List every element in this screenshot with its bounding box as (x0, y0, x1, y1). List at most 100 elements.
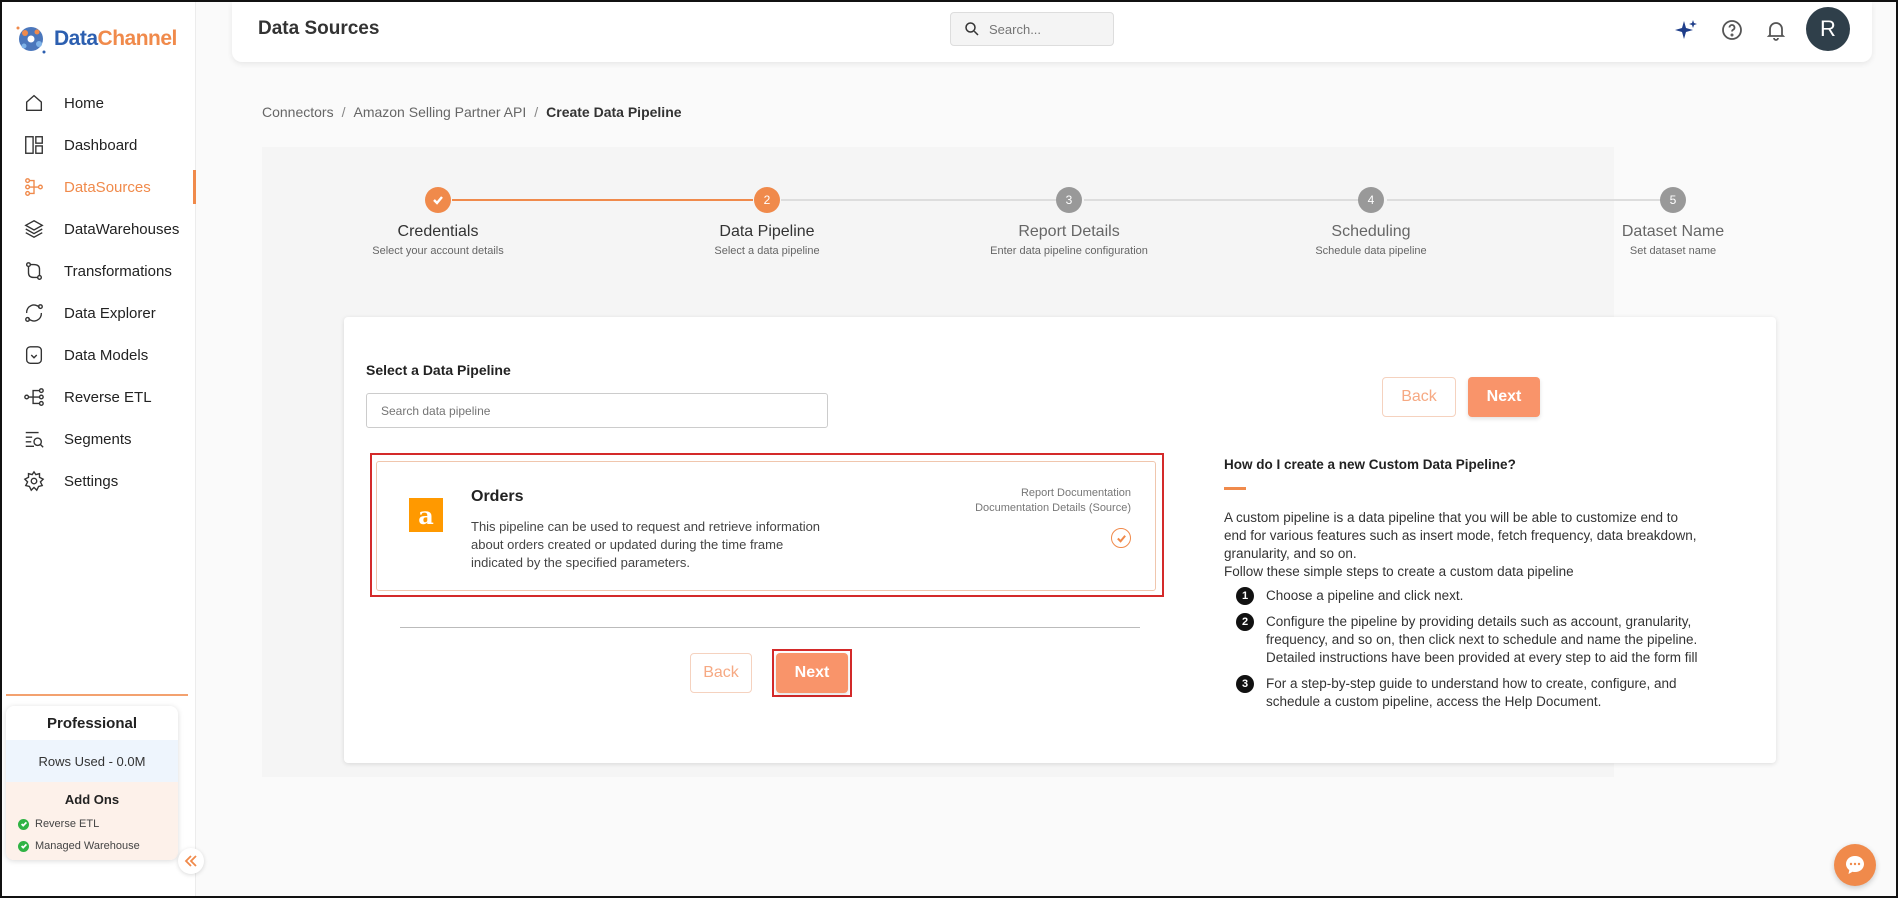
addons-section: Add Ons Reverse ETL Managed Warehouse (6, 782, 178, 860)
sidebar-item-label: DataSources (64, 178, 151, 196)
global-search[interactable] (950, 12, 1114, 46)
divider (400, 627, 1140, 628)
bell-icon (1766, 22, 1786, 41)
sidebar-item-home[interactable]: Home (2, 82, 196, 124)
ai-sparkle-button[interactable] (1672, 16, 1700, 44)
breadcrumb-connectors[interactable]: Connectors (262, 104, 334, 120)
help-step: 3 For a step-by-step guide to understand … (1236, 675, 1706, 711)
help-circle-icon (1722, 20, 1742, 40)
plan-divider (6, 694, 188, 696)
sidebar-nav: Home Dashboard DataSources DataWarehouse… (2, 82, 196, 502)
datasources-icon (22, 175, 46, 199)
step-dataset-name: 5 Dataset Name Set dataset name (1543, 187, 1803, 257)
pipeline-card-links: Report Documentation Documentation Detai… (975, 486, 1131, 516)
gear-icon (22, 469, 46, 493)
pipeline-card-orders[interactable]: a Orders This pipeline can be used to re… (376, 461, 1156, 591)
pipeline-card-title: Orders (471, 488, 524, 505)
plan-card: Professional Rows Used - 0.0M Add Ons Re… (6, 706, 178, 860)
logo[interactable]: DataChannel (14, 20, 177, 58)
step-credentials[interactable]: Credentials Select your account details (308, 187, 568, 257)
addon-item: Managed Warehouse (6, 835, 178, 857)
sidebar-item-label: Data Explorer (64, 304, 156, 322)
back-button[interactable]: Back (690, 653, 752, 693)
help-button[interactable] (1718, 16, 1746, 44)
chat-support-button[interactable] (1834, 844, 1876, 886)
breadcrumb-amazon-api[interactable]: Amazon Selling Partner API (353, 104, 526, 120)
top-bar: Data Sources R (232, 2, 1872, 62)
next-button-top[interactable]: Next (1468, 377, 1540, 417)
sidebar-item-label: Settings (64, 472, 119, 490)
sidebar-item-segments[interactable]: Segments (2, 418, 196, 460)
select-pipeline-label: Select a Data Pipeline (366, 362, 511, 378)
logo-text: DataChannel (54, 27, 177, 50)
step-check-icon (425, 187, 451, 213)
step-number: 4 (1358, 187, 1384, 213)
step-report-details: 3 Report Details Enter data pipeline con… (939, 187, 1199, 257)
step-number: 2 (754, 187, 780, 213)
step-number: 5 (1660, 187, 1686, 213)
addons-title: Add Ons (64, 792, 120, 807)
pipeline-search-input[interactable] (366, 393, 828, 428)
home-icon (22, 91, 46, 115)
sidebar-item-transformations[interactable]: Transformations (2, 250, 196, 292)
sidebar-item-data-models[interactable]: Data Models (2, 334, 196, 376)
sidebar-item-label: Reverse ETL (64, 388, 152, 406)
help-step: 1 Choose a pipeline and click next. (1236, 587, 1706, 605)
report-documentation-link[interactable]: Report Documentation (975, 486, 1131, 501)
transform-icon (22, 259, 46, 283)
stepper: Credentials Select your account details … (262, 187, 1724, 267)
chat-bubble-icon (1846, 856, 1864, 874)
breadcrumb-current: Create Data Pipeline (546, 104, 682, 120)
collapse-sidebar-button[interactable] (178, 848, 204, 874)
dashboard-icon (22, 133, 46, 157)
sidebar-item-label: Segments (64, 430, 132, 448)
selected-check-icon (1111, 528, 1131, 548)
step-scheduling: 4 Scheduling Schedule data pipeline (1241, 187, 1501, 257)
sidebar-item-dashboard[interactable]: Dashboard (2, 124, 196, 166)
layers-icon (22, 217, 46, 241)
global-search-input[interactable] (989, 21, 1099, 37)
plan-name: Professional (46, 714, 138, 732)
search-icon (965, 22, 979, 36)
main-content: Data Sources R Connectors / Amazon Selli… (196, 2, 1896, 896)
sidebar: DataChannel Home Dashboard DataSources D… (2, 2, 196, 896)
check-circle-icon (18, 818, 29, 830)
page-title: Data Sources (258, 18, 380, 39)
user-avatar[interactable]: R (1806, 7, 1850, 51)
sidebar-item-label: Dashboard (64, 136, 138, 154)
sidebar-item-settings[interactable]: Settings (2, 460, 196, 502)
pipeline-panel: Select a Data Pipeline a Orders This pip… (344, 317, 1776, 763)
sparkle-icon (1675, 20, 1697, 39)
model-icon (22, 343, 46, 367)
next-button[interactable]: Next (776, 653, 848, 693)
sidebar-item-datasources[interactable]: DataSources (2, 166, 196, 208)
check-circle-icon (18, 840, 29, 852)
help-accent-bar (1224, 487, 1246, 490)
addon-item: Reverse ETL (6, 813, 178, 835)
segments-icon (22, 427, 46, 451)
step-data-pipeline[interactable]: 2 Data Pipeline Select a data pipeline (637, 187, 897, 257)
help-text: A custom pipeline is a data pipeline tha… (1224, 510, 1697, 579)
sidebar-item-label: Home (64, 94, 105, 112)
help-title: How do I create a new Custom Data Pipeli… (1224, 457, 1516, 472)
rows-used: Rows Used - 0.0M (6, 740, 178, 782)
sidebar-item-data-explorer[interactable]: Data Explorer (2, 292, 196, 334)
help-step: 2 Configure the pipeline by providing det… (1236, 613, 1706, 667)
pipeline-card-description: This pipeline can be used to request and… (471, 519, 821, 570)
sidebar-item-label: Data Models (64, 346, 149, 364)
help-steps: 1 Choose a pipeline and click next. 2 Conf… (1236, 587, 1706, 719)
back-button-top[interactable]: Back (1382, 377, 1456, 417)
double-chevron-left-icon (184, 855, 197, 867)
sidebar-item-label: DataWarehouses (64, 220, 180, 238)
datachannel-logo-icon (16, 26, 46, 54)
amazon-logo-icon: a (409, 498, 443, 532)
sidebar-item-reverse-etl[interactable]: Reverse ETL (2, 376, 196, 418)
sidebar-item-datawarehouses[interactable]: DataWarehouses (2, 208, 196, 250)
documentation-details-link[interactable]: Documentation Details (Source) (975, 501, 1131, 516)
explorer-icon (22, 301, 46, 325)
step-number: 3 (1056, 187, 1082, 213)
notifications-button[interactable] (1762, 16, 1790, 44)
sidebar-item-label: Transformations (64, 262, 172, 280)
reverse-etl-icon (22, 385, 46, 409)
breadcrumb: Connectors / Amazon Selling Partner API … (262, 104, 682, 120)
